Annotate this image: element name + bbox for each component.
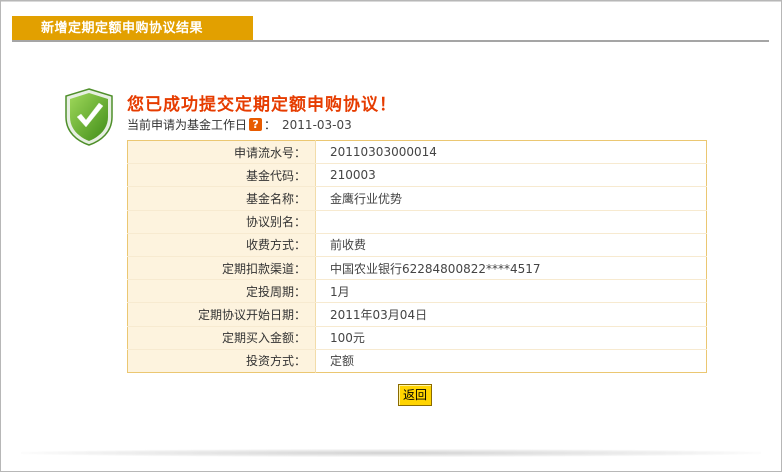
row-value: 20110303000014 — [315, 140, 707, 165]
table-row: 定投周期： 1月 — [127, 279, 707, 304]
agreement-details-table: 申请流水号： 20110303000014 基金代码： 210003 基金名称： 金鹰… — [127, 140, 707, 373]
table-row: 申请流水号： 20110303000014 — [127, 140, 707, 165]
row-value — [315, 210, 707, 234]
row-label: 定投周期： — [127, 279, 316, 304]
table-row: 基金名称： 金鹰行业优势 — [127, 186, 707, 211]
row-label: 协议别名： — [127, 210, 316, 234]
row-label: 收费方式： — [127, 233, 316, 257]
table-row: 协议别名： — [127, 210, 707, 234]
table-row: 基金代码： 210003 — [127, 163, 707, 188]
success-title: 您已成功提交定期定额申购协议！ — [127, 95, 397, 115]
row-label: 申请流水号： — [127, 140, 316, 165]
workday-info: 当前申请为基金工作日?： 2011-03-03 — [127, 117, 352, 133]
title-divider — [12, 40, 769, 42]
row-value: 前收费 — [315, 233, 707, 257]
row-label: 基金名称： — [127, 186, 316, 211]
table-row: 收费方式： 前收费 — [127, 233, 707, 257]
workday-colon: ： — [264, 118, 277, 132]
row-label: 定期扣款渠道： — [127, 256, 316, 281]
table-row: 投资方式： 定额 — [127, 349, 707, 373]
top-divider — [1, 1, 781, 2]
row-value: 100元 — [315, 326, 707, 350]
row-value: 1月 — [315, 279, 707, 304]
row-label: 投资方式： — [127, 349, 316, 373]
workday-date: 2011-03-03 — [282, 118, 352, 132]
row-value: 定额 — [330, 354, 355, 369]
row-label: 基金代码： — [127, 163, 316, 188]
row-value: 2011年03月04日 — [315, 302, 707, 327]
row-value: 中国农业银行62284800822****4517 — [315, 256, 707, 281]
page-title: 新增定期定额申购协议结果 — [12, 16, 253, 41]
row-value: 210003 — [315, 163, 707, 188]
table-row: 定期协议开始日期： 2011年03月04日 — [127, 302, 707, 327]
workday-label: 当前申请为基金工作日 — [127, 118, 248, 132]
page-frame: 新增定期定额申购协议结果 您已成功提交定期定额申购协议！ 当前申请为基金工作日?… — [0, 0, 782, 472]
back-button[interactable]: 返回 — [398, 384, 432, 406]
help-icon[interactable]: ? — [249, 118, 263, 131]
row-value: 金鹰行业优势 — [315, 186, 707, 211]
row-label: 定期买入金额： — [127, 326, 316, 350]
table-row: 定期扣款渠道： 中国农业银行62284800822****4517 — [127, 256, 707, 281]
check-shield-icon — [65, 88, 113, 146]
row-label: 定期协议开始日期： — [127, 302, 316, 327]
table-row: 定期买入金额： 100元 — [127, 326, 707, 350]
bottom-shadow — [21, 449, 761, 457]
